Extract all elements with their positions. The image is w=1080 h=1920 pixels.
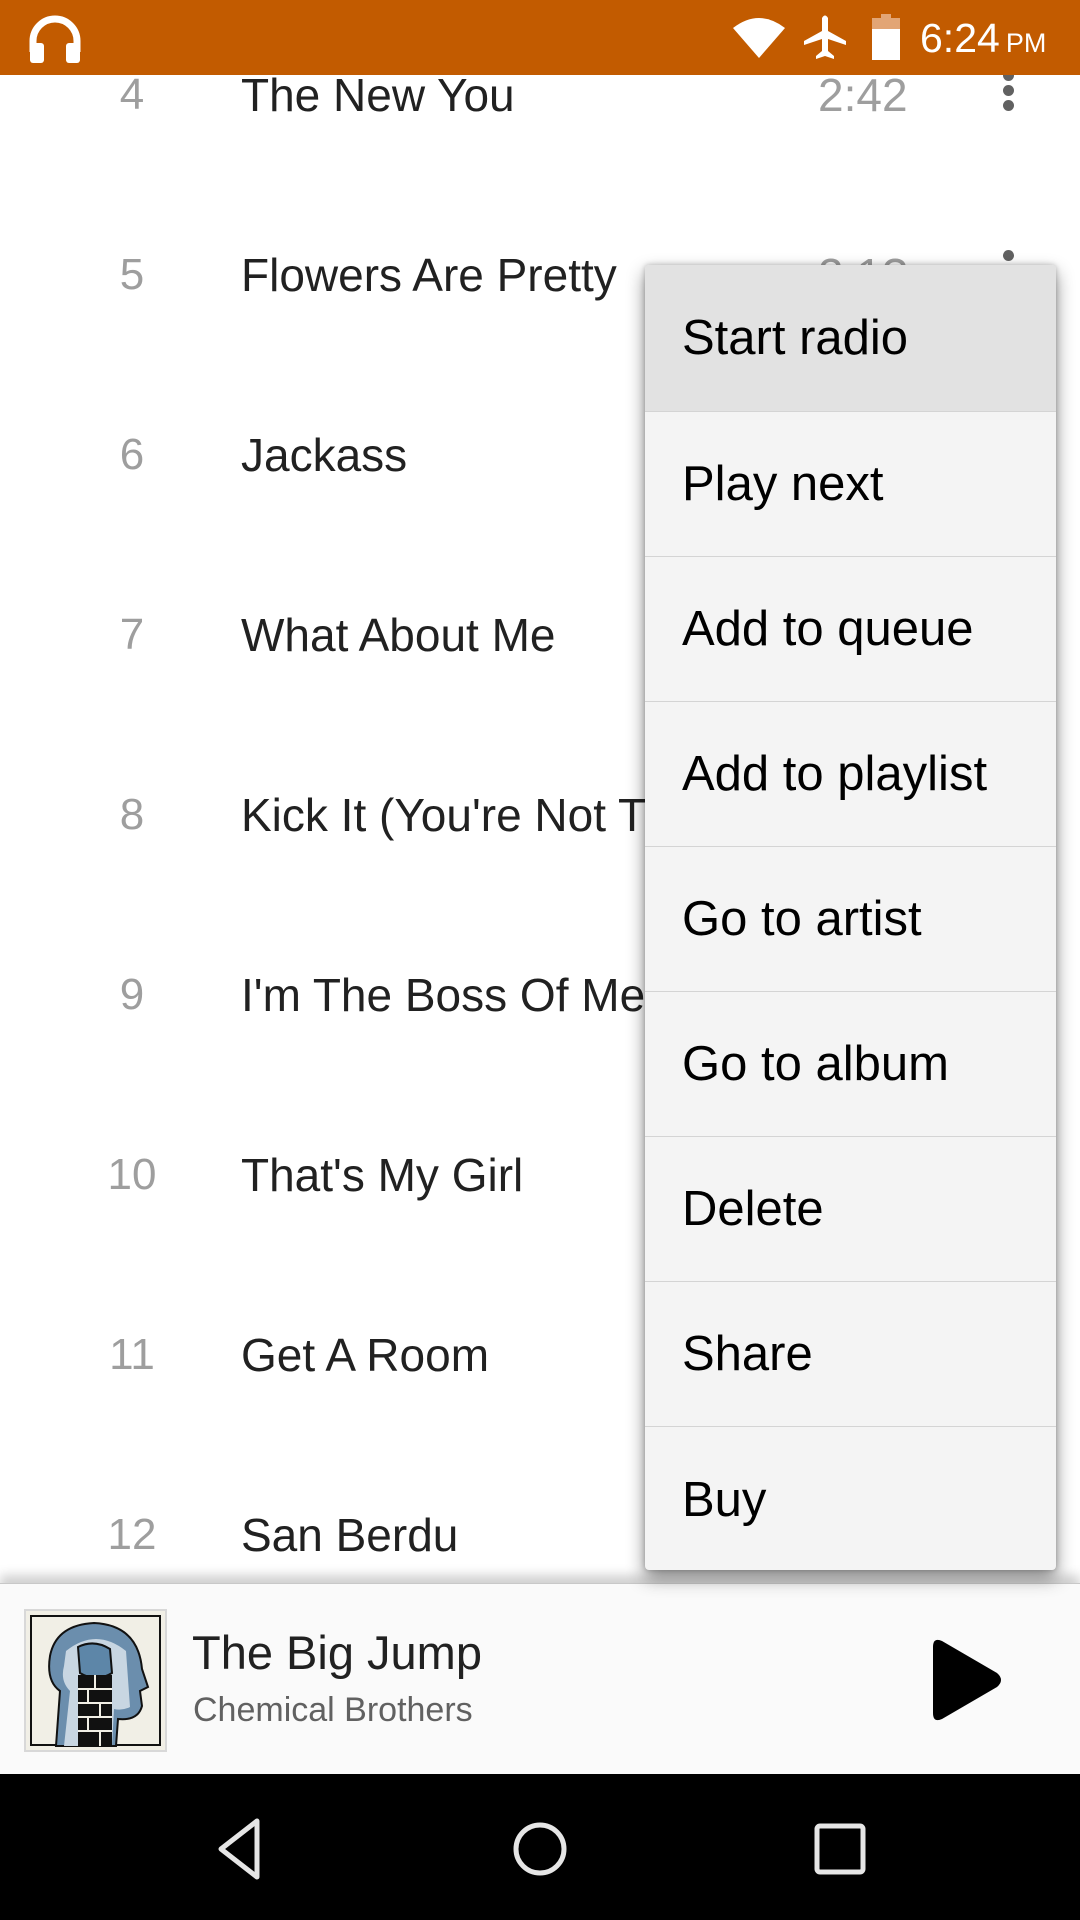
- recents-button[interactable]: [795, 1804, 885, 1894]
- menu-item-add-to-queue[interactable]: Add to queue: [645, 557, 1056, 702]
- track-title: I'm The Boss Of Me: [241, 969, 646, 1021]
- menu-item-start-radio[interactable]: Start radio: [645, 265, 1056, 412]
- track-title: The New You: [241, 75, 515, 121]
- track-duration: 2:42: [818, 75, 908, 121]
- back-button[interactable]: [196, 1804, 286, 1894]
- wifi-icon: [733, 18, 785, 58]
- clock: 6:24 PM: [920, 10, 1046, 71]
- track-number: 4: [119, 75, 145, 119]
- track-number: 5: [119, 250, 145, 299]
- system-nav-bar: [0, 1774, 1080, 1920]
- track-number: 8: [119, 790, 145, 839]
- menu-item-go-to-artist[interactable]: Go to artist: [645, 847, 1056, 992]
- menu-item-share[interactable]: Share: [645, 1282, 1056, 1427]
- track-number: 10: [107, 1150, 157, 1199]
- track-title: Jackass: [241, 429, 408, 481]
- airplane-mode-icon: [804, 15, 846, 59]
- clock-ampm: PM: [1005, 28, 1047, 58]
- track-title: Kick It (You're Not T: [241, 789, 647, 841]
- track-number: 7: [119, 610, 145, 659]
- track-title: San Berdu: [241, 1509, 459, 1561]
- track-number: 9: [119, 970, 145, 1019]
- now-playing-bar[interactable]: The Big Jump Chemical Brothers: [0, 1583, 1080, 1774]
- track-title: That's My Girl: [241, 1149, 524, 1201]
- home-icon: [513, 1822, 567, 1876]
- menu-item-buy[interactable]: Buy: [645, 1427, 1056, 1570]
- more-options-icon[interactable]: [996, 75, 1020, 123]
- recents-icon: [814, 1823, 866, 1875]
- album-art[interactable]: [24, 1609, 167, 1752]
- now-playing-title: The Big Jump: [192, 1626, 482, 1679]
- status-bar: 6:24 PM: [0, 0, 1080, 75]
- track-number: 6: [119, 430, 145, 479]
- battery-icon: [872, 14, 900, 60]
- menu-item-play-next[interactable]: Play next: [645, 412, 1056, 557]
- play-button[interactable]: [910, 1620, 1020, 1740]
- back-icon: [218, 1818, 260, 1880]
- clock-time: 6:24: [920, 15, 1000, 61]
- home-button[interactable]: [495, 1804, 585, 1894]
- menu-item-add-to-playlist[interactable]: Add to playlist: [645, 702, 1056, 847]
- track-number: 11: [109, 1330, 155, 1379]
- track-title: What About Me: [241, 609, 556, 661]
- track-title: Get A Room: [241, 1329, 490, 1381]
- track-title: Flowers Are Pretty: [241, 249, 617, 301]
- now-playing-artist: Chemical Brothers: [193, 1691, 473, 1729]
- track-context-menu: Start radio Play next Add to queue Add t…: [645, 265, 1056, 1570]
- play-icon: [933, 1639, 1001, 1721]
- headphones-icon: [29, 15, 81, 63]
- track-row[interactable]: 4 The New You 2:42: [0, 75, 1080, 185]
- track-number: 12: [107, 1510, 157, 1559]
- menu-item-go-to-album[interactable]: Go to album: [645, 992, 1056, 1137]
- album-art-image: [30, 1615, 161, 1747]
- menu-item-delete[interactable]: Delete: [645, 1137, 1056, 1282]
